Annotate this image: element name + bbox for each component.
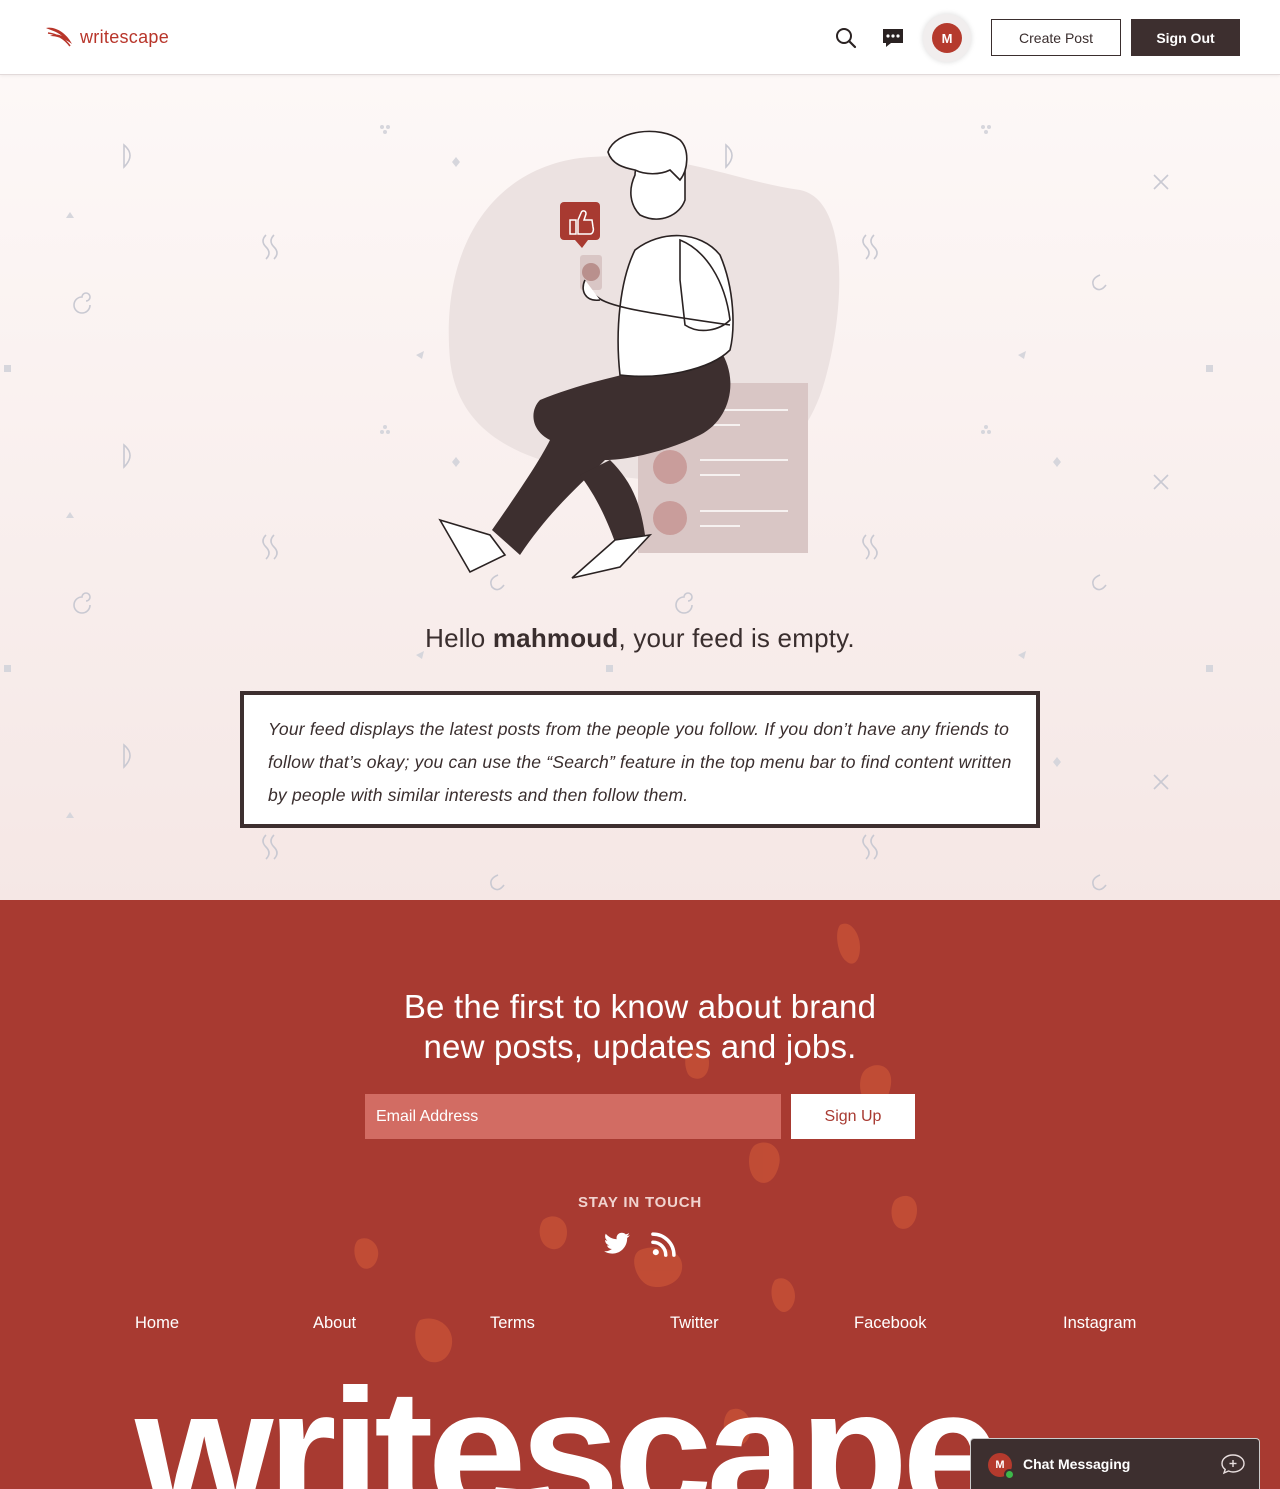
sign-up-button[interactable]: Sign Up — [791, 1094, 915, 1139]
user-avatar-button[interactable]: M — [923, 14, 971, 62]
footer-link-about[interactable]: About — [313, 1314, 356, 1333]
chat-bubble-icon[interactable] — [881, 26, 905, 50]
newsletter-title-line1: Be the first to know about brand — [403, 988, 877, 1025]
feather-logo-icon — [46, 27, 72, 47]
search-icon[interactable] — [834, 26, 858, 50]
username: mahmoud — [492, 623, 619, 653]
footer-link-instagram[interactable]: Instagram — [1063, 1314, 1136, 1333]
online-status-dot — [1004, 1469, 1015, 1480]
rss-icon[interactable] — [650, 1230, 678, 1258]
avatar: M — [932, 23, 962, 53]
empty-feed-illustration — [438, 130, 840, 579]
footer-link-home[interactable]: Home — [135, 1314, 179, 1333]
newsletter-title: Be the first to know about brand new pos… — [0, 987, 1280, 1067]
footer-link-facebook[interactable]: Facebook — [854, 1314, 926, 1333]
footer-wordmark: writescape — [135, 1352, 1001, 1489]
sign-out-button[interactable]: Sign Out — [1131, 19, 1240, 56]
chat-label: Chat Messaging — [1023, 1456, 1131, 1472]
twitter-icon[interactable] — [603, 1230, 631, 1258]
top-nav-bar: writescape M Create Post Sign Out — [0, 0, 1280, 75]
site-footer: Be the first to know about brand new pos… — [0, 900, 1280, 1489]
logo-text: writescape — [80, 26, 170, 47]
greeting-prefix: Hello — [425, 623, 493, 653]
empty-feed-section: Hello mahmoud, your feed is empty. Your … — [0, 75, 1280, 905]
newsletter-title-line2: new posts, updates and jobs. — [423, 1028, 857, 1065]
footer-link-twitter[interactable]: Twitter — [670, 1314, 719, 1333]
new-message-icon[interactable] — [1220, 1452, 1246, 1476]
feed-greeting: Hello mahmoud, your feed is empty. — [0, 623, 1280, 654]
chat-messaging-widget[interactable]: M Chat Messaging — [970, 1438, 1260, 1489]
site-logo[interactable]: writescape — [44, 24, 169, 50]
feed-info-note: Your feed displays the latest posts from… — [240, 691, 1040, 828]
create-post-button[interactable]: Create Post — [991, 19, 1121, 56]
email-field[interactable] — [365, 1094, 781, 1139]
stay-in-touch-label: STAY IN TOUCH — [577, 1194, 703, 1211]
greeting-suffix: , your feed is empty. — [618, 623, 855, 653]
footer-link-terms[interactable]: Terms — [490, 1314, 535, 1333]
